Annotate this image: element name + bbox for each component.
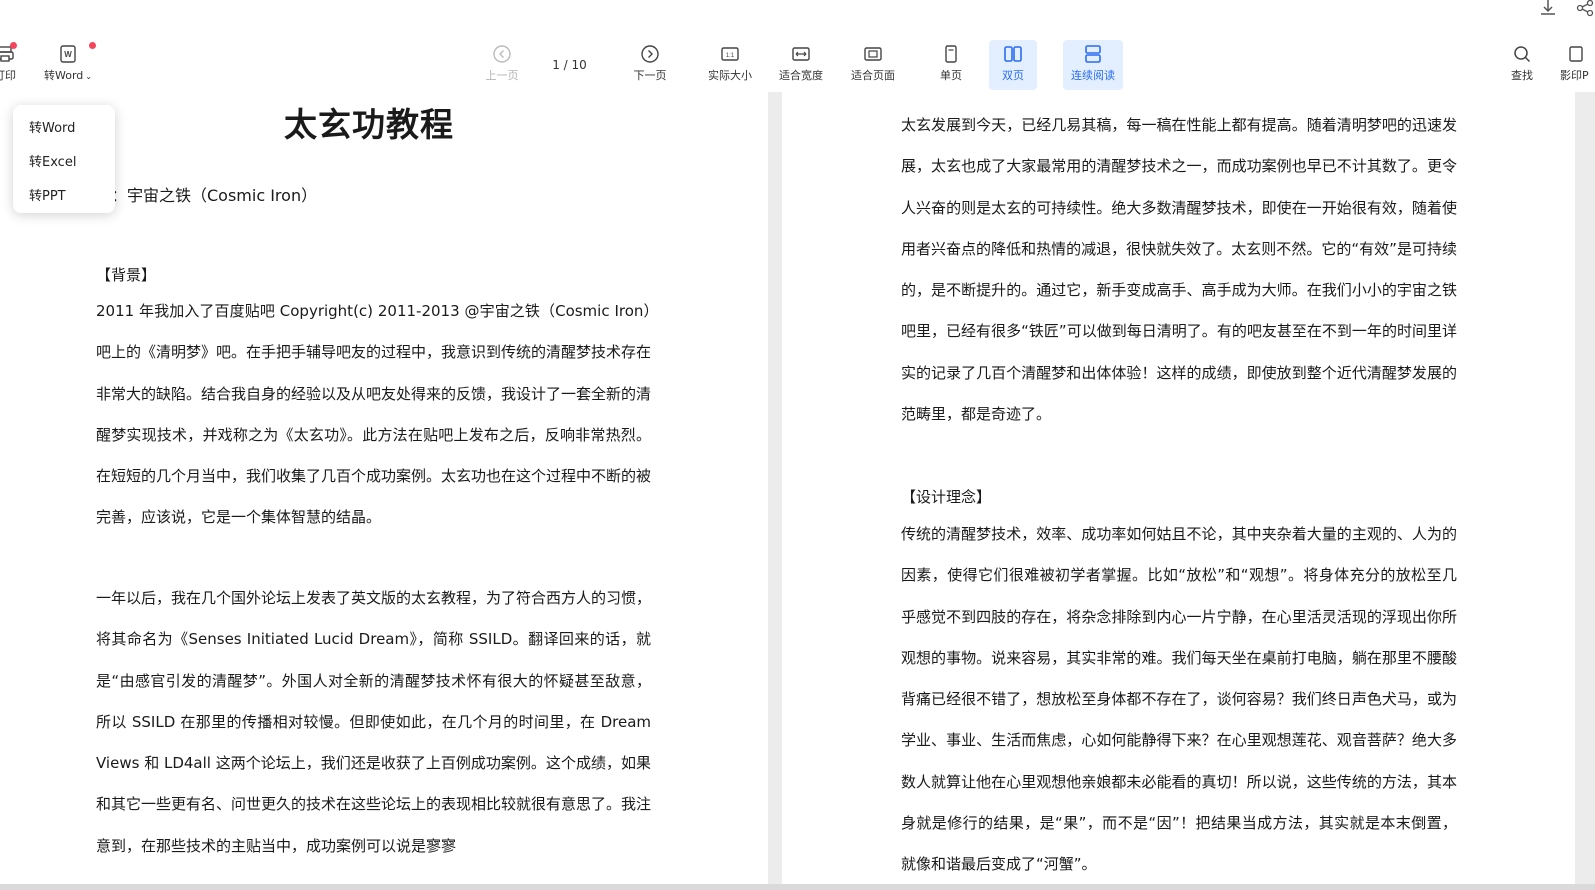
shadow-print-icon — [1569, 46, 1583, 62]
fit-page-button[interactable]: 适合页面 — [846, 44, 900, 83]
actual-size-icon: 1:1 — [721, 47, 739, 61]
svg-text:1:1: 1:1 — [726, 53, 735, 59]
section-heading-background: 【背景】 — [96, 266, 157, 284]
download-icon[interactable] — [1538, 0, 1558, 18]
page-number-input[interactable]: 1 / 10 — [541, 55, 598, 75]
print-label: 打印 — [0, 69, 16, 82]
chevron-down-icon: ⌄ — [85, 72, 92, 81]
double-page-label: 双页 — [1002, 69, 1024, 82]
double-page-icon — [1004, 46, 1022, 62]
menu-item-to-ppt[interactable]: 转PPT — [29, 185, 66, 204]
convert-dropdown-menu: 转Word 转Excel 转PPT — [13, 105, 115, 213]
fit-width-button[interactable]: 适合宽度 — [774, 44, 828, 83]
word-doc-icon: W — [60, 45, 76, 63]
single-page-button[interactable]: 单页 — [929, 44, 973, 83]
section-heading-design: 【设计理念】 — [901, 488, 992, 506]
shadow-print-button[interactable]: 影印P — [1560, 44, 1595, 83]
document-page-right: 太玄发展到今天，已经几易其稿，每一稿在性能上都有提高。随着清明梦吧的迅速发展，太… — [782, 92, 1575, 890]
menu-item-to-word[interactable]: 转Word — [29, 117, 75, 136]
document-author: 者：宇宙之铁（Cosmic Iron） — [95, 186, 318, 205]
toolbar: 打印 W 转Word⌄ 上一页 1 / 10 下一页 1:1 实际大小 适合宽度… — [0, 0, 1595, 92]
fit-page-label: 适合页面 — [851, 69, 895, 82]
convert-word-label: 转Word — [44, 69, 84, 82]
left-paragraph-2: 一年以后，我在几个国外论坛上发表了英文版的太玄教程，为了符合西方人的习惯，将其命… — [96, 589, 652, 855]
chevron-left-circle-icon — [493, 45, 511, 63]
document-page-left: 太玄功教程 者：宇宙之铁（Cosmic Iron） 【背景】 2011 年我加入… — [0, 92, 768, 890]
continuous-read-button[interactable]: 连续阅读 — [1063, 40, 1123, 90]
print-button[interactable]: 打印 — [0, 44, 20, 83]
horizontal-scrollbar[interactable] — [0, 884, 1595, 890]
fit-width-label: 适合宽度 — [779, 69, 823, 82]
right-paragraph-1: 太玄发展到今天，已经几易其稿，每一稿在性能上都有提高。随着清明梦吧的迅速发展，太… — [901, 116, 1457, 424]
double-page-button[interactable]: 双页 — [989, 40, 1037, 90]
convert-word-button[interactable]: W 转Word ⌄ — [36, 44, 100, 83]
print-badge — [10, 42, 17, 49]
actual-size-label: 实际大小 — [708, 69, 752, 82]
chevron-right-circle-icon — [641, 45, 659, 63]
share-icon[interactable] — [1576, 0, 1595, 18]
menu-item-to-excel[interactable]: 转Excel — [29, 151, 76, 170]
prev-page-label: 上一页 — [485, 69, 519, 82]
prev-page-button[interactable]: 上一页 — [480, 44, 524, 83]
left-paragraph-1: 2011 年我加入了百度贴吧 Copyright(c) 2011-2013 @宇… — [96, 302, 652, 527]
continuous-read-label: 连续阅读 — [1071, 69, 1115, 82]
single-page-icon — [945, 45, 957, 63]
fit-width-icon — [792, 47, 810, 61]
document-title: 太玄功教程 — [284, 105, 454, 144]
find-button[interactable]: 查找 — [1500, 44, 1544, 83]
next-page-button[interactable]: 下一页 — [628, 44, 672, 83]
single-page-label: 单页 — [940, 69, 962, 82]
search-icon — [1514, 46, 1531, 63]
shadow-print-label: 影印P — [1560, 69, 1589, 82]
continuous-read-icon — [1085, 45, 1101, 63]
find-label: 查找 — [1511, 69, 1533, 82]
next-page-label: 下一页 — [633, 69, 667, 82]
fit-page-icon — [864, 47, 882, 61]
actual-size-button[interactable]: 1:1 实际大小 — [703, 44, 757, 83]
convert-badge — [89, 42, 96, 49]
right-paragraph-2: 传统的清醒梦技术，效率、成功率如何姑且不论，其中夹杂着大量的主观的、人为的因素，… — [901, 525, 1457, 874]
svg-text:W: W — [64, 50, 72, 59]
